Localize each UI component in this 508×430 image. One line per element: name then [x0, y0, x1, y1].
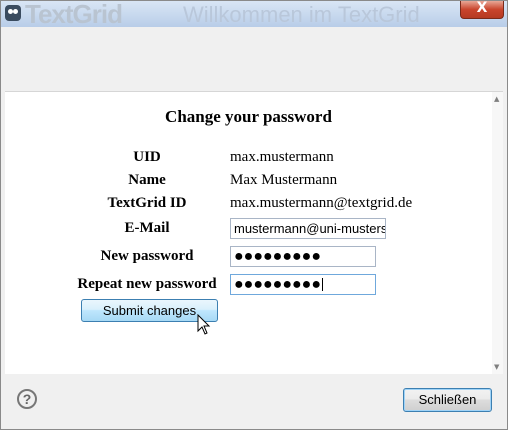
name-value: Max Mustermann — [230, 172, 338, 188]
textgrid-id-value: max.mustermann@textgrid.de — [230, 195, 413, 211]
window-close-button[interactable]: X — [460, 1, 504, 19]
content-panel: Change your password UID max.mustermann … — [5, 91, 503, 374]
new-password-field[interactable]: ●●●●●●●●● — [230, 246, 376, 267]
uid-label: UID — [133, 149, 161, 165]
name-label: Name — [128, 172, 166, 188]
uid-value: max.mustermann — [230, 149, 334, 165]
textgrid-id-label: TextGrid ID — [107, 195, 187, 211]
scroll-down-icon[interactable]: ▼ — [494, 363, 499, 371]
email-label: E-Mail — [124, 220, 170, 236]
background-window-title: Willkommen im TextGrid — [183, 2, 420, 27]
owl-icon — [5, 5, 21, 21]
form-heading: Change your password — [165, 107, 332, 126]
email-field[interactable]: mustermann@uni-musters — [230, 218, 386, 239]
new-password-label: New password — [100, 248, 194, 264]
repeat-password-value: ●●●●●●●●● — [234, 276, 321, 293]
repeat-password-label: Repeat new password — [77, 276, 217, 292]
scroll-up-icon[interactable]: ▲ — [494, 95, 499, 103]
help-icon[interactable]: ? — [17, 389, 37, 409]
title-bar: TextGrid Willkommen im TextGrid X — [1, 1, 507, 27]
close-icon: X — [476, 1, 488, 16]
text-caret — [321, 278, 323, 292]
repeat-password-field[interactable]: ●●●●●●●●● — [230, 274, 376, 295]
background-app-logo: TextGrid — [25, 1, 123, 27]
vertical-scrollbar[interactable]: ▲ ▼ — [492, 92, 503, 374]
mouse-pointer-icon — [197, 314, 211, 335]
close-dialog-button[interactable]: Schließen — [403, 388, 492, 412]
change-password-dialog: TextGrid Willkommen im TextGrid X Change… — [0, 0, 508, 430]
